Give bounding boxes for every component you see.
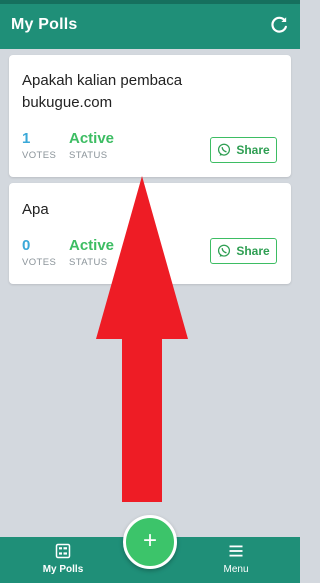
app-bar: My Polls <box>0 0 300 49</box>
whatsapp-icon <box>218 143 231 156</box>
hamburger-icon <box>229 545 243 557</box>
polls-icon <box>55 543 71 559</box>
votes-label: VOTES <box>22 150 57 161</box>
polls-list: Apakah kalian pembaca bukugue.com 1 VOTE… <box>0 49 300 537</box>
status-stat: Active STATUS <box>69 237 114 268</box>
nav-my-polls-label: My Polls <box>42 564 84 575</box>
add-poll-button[interactable]: + <box>123 515 177 569</box>
poll-question: Apa <box>22 201 49 218</box>
votes-count: 1 <box>22 130 31 147</box>
nav-menu[interactable]: Menu <box>196 543 276 575</box>
share-button[interactable]: Share <box>210 137 277 163</box>
status-value: Active <box>69 237 115 254</box>
page-title: My Polls <box>11 16 78 33</box>
share-label: Share <box>236 143 270 157</box>
nav-my-polls[interactable]: My Polls <box>23 543 103 575</box>
nav-menu-label: Menu <box>223 564 249 575</box>
votes-stat: 1 VOTES <box>22 130 56 161</box>
share-button[interactable]: Share <box>210 238 277 264</box>
poll-card[interactable]: Apa 0 VOTES Active STATUS Share <box>9 183 291 284</box>
poll-question: Apakah kalian pembaca bukugue.com <box>22 72 183 111</box>
poll-card[interactable]: Apakah kalian pembaca bukugue.com 1 VOTE… <box>9 55 291 177</box>
votes-count: 0 <box>22 237 31 254</box>
status-label: STATUS <box>69 257 108 268</box>
whatsapp-icon <box>218 244 231 257</box>
votes-stat: 0 VOTES <box>22 237 56 268</box>
status-value: Active <box>69 130 115 147</box>
share-label: Share <box>236 244 270 258</box>
status-label: STATUS <box>69 150 108 161</box>
votes-label: VOTES <box>22 257 57 268</box>
status-stat: Active STATUS <box>69 130 114 161</box>
refresh-icon[interactable] <box>268 14 290 36</box>
